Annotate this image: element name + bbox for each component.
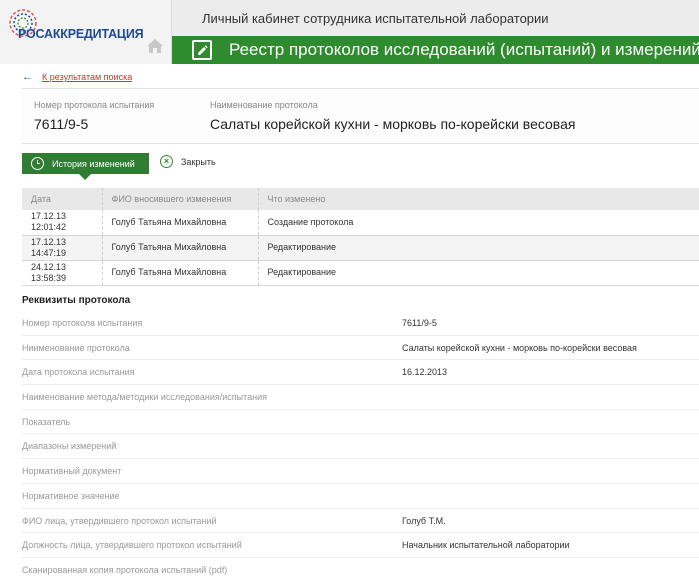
requisite-label: Диапазоны измерений [22,441,117,452]
requisite-value: Салаты корейской кухни - морковь по-коре… [402,342,637,353]
back-link-label: К результатам поиска [42,72,133,82]
requisite-value: 7611/9-5 [402,318,437,328]
protocol-number-value: 7611/9-5 [34,116,89,132]
history-author: Голуб Татьяна Михайловна [102,260,259,286]
cabinet-title: Личный кабинет сотрудника испытательной … [202,11,549,26]
requisite-label: Показатель [22,416,71,427]
history-change: Создание протокола [258,210,699,236]
history-date: 24.12.13 [31,261,67,272]
protocol-number-label: Номер протокола испытания [34,100,155,110]
requisites-title: Реквизиты протокола [22,295,131,306]
list-item: Нормативный документ [22,459,699,484]
protocol-summary: Номер протокола испытания 7611/9-5 Наиме… [22,88,699,144]
column-header-date[interactable]: Дата [22,188,103,210]
history-time: 12:01:42 [31,222,67,233]
home-icon [147,39,163,53]
history-change: Редактирование [258,260,699,286]
list-item: Нормативное значение [22,484,699,509]
page-header: РОСАККРЕДИТАЦИЯ Личный кабинет сотрудник… [0,0,699,64]
history-date-cell: 24.12.13 13:58:39 [22,260,103,286]
logo[interactable]: РОСАККРЕДИТАЦИЯ [0,0,172,64]
history-time: 13:58:39 [31,272,67,283]
requisite-label: Сканированная копия протокола испытаний … [22,564,228,575]
history-date-cell: 17.12.13 12:01:42 [22,210,103,236]
table-row[interactable]: 24.12.13 13:58:39 Голуб Татьяна Михайлов… [22,260,699,286]
list-item: Номер протокола испытания 7611/9-5 [22,311,699,336]
list-item: Ниименование протокола Салаты корейской … [22,336,699,361]
history-author: Голуб Татьяна Михайловна [102,235,259,261]
requisite-value: Голуб Т.М. [402,515,446,526]
table-row[interactable]: 17.12.13 14:47:19 Голуб Татьяна Михайлов… [22,235,699,261]
requisite-label: Наименование метода/методики исследовани… [22,392,268,403]
arrow-left-icon: ← [22,71,33,83]
table-row[interactable]: 17.12.13 12:01:42 Голуб Татьяна Михайлов… [22,210,699,236]
list-item: Дата протокола испытания 16.12.2013 [22,360,699,386]
list-item: Диапазоны измерений [22,434,699,460]
protocol-name-label: Наименование протокола [210,100,318,110]
history-date-cell: 17.12.13 14:47:19 [22,235,103,261]
history-author: Голуб Татьяна Михайловна [102,210,259,236]
requisite-label: Номер протокола испытания [22,318,143,328]
requisite-label: Нормативный документ [22,466,122,477]
cabinet-title-bar: Личный кабинет сотрудника испытательной … [172,0,699,36]
home-button[interactable] [142,34,168,58]
history-change: Редактирование [258,235,699,261]
requisite-label: Ниименование протокола [22,342,130,353]
back-to-search-link[interactable]: ← К результатам поиска [22,71,132,83]
list-item: Сканированная копия протокола испытаний … [22,558,699,581]
close-button[interactable]: × Закрыть [160,155,216,168]
history-time: 14:47:19 [31,247,67,258]
requisite-label: Дата протокола испытания [22,367,135,378]
requisite-label: ФИО лица, утвердившего протокол испытани… [22,515,217,526]
requisite-label: Нормативное значение [22,490,120,501]
column-header-author[interactable]: ФИО вносившего изменения [102,188,259,210]
close-button-label: Закрыть [181,156,216,167]
protocol-name-value: Салаты корейской кухни - морковь по-коре… [210,116,576,132]
column-header-change[interactable]: Что изменено [258,188,699,210]
requisites-list: Номер протокола испытания 7611/9-5 Нииме… [22,311,699,581]
registry-title-bar: Реестр протоколов исследований (испытани… [172,36,699,64]
edit-document-icon [192,40,212,60]
list-item: Должность лица, утвердившего протокол ис… [22,533,699,558]
requisite-label: Должность лица, утвердившего протокол ис… [22,540,242,551]
requisite-value: 16.12.2013 [402,367,448,378]
close-icon: × [160,155,173,168]
clock-icon [31,157,44,170]
list-item: ФИО лица, утвердившего протокол испытани… [22,509,699,534]
history-date: 17.12.13 [31,236,67,247]
history-button-label: История изменений [52,158,135,169]
logo-text: РОСАККРЕДИТАЦИЯ [18,27,144,41]
history-date: 17.12.13 [31,211,67,222]
registry-title: Реестр протоколов исследований (испытани… [229,40,699,59]
history-header-row: Дата ФИО вносившего изменения Что измене… [22,188,699,210]
history-table: Дата ФИО вносившего изменения Что измене… [22,188,699,286]
requisite-value: Начальник испытательной лаборатории [402,540,570,551]
history-button[interactable]: История изменений [22,153,149,174]
list-item: Наименование метода/методики исследовани… [22,385,699,410]
active-tab-caret [79,174,91,180]
list-item: Показатель [22,410,699,435]
